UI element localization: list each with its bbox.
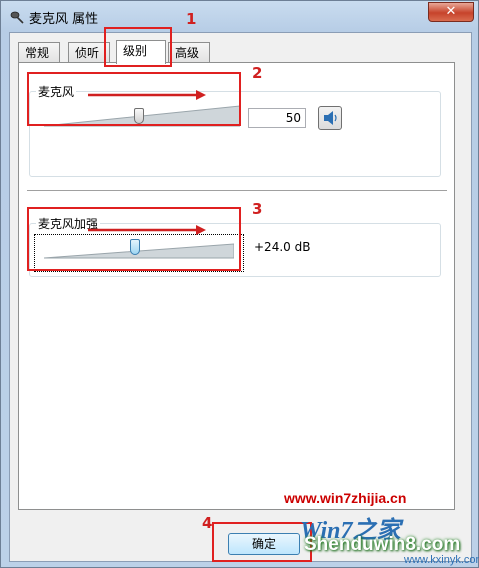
close-button[interactable]: ✕ (428, 2, 474, 22)
annotation-number-3: 3 (252, 200, 263, 218)
watermark-sub: www.kxinyk.com (404, 554, 479, 566)
microphone-volume-value[interactable]: 50 (248, 108, 306, 128)
annotation-arrow-3 (88, 225, 206, 235)
annotation-number-4: 4 (202, 514, 213, 532)
levels-panel: 麦克风 50 麦克风加强 +24.0 dB (18, 62, 455, 510)
speaker-icon (324, 111, 337, 125)
mute-button[interactable] (318, 106, 342, 130)
annotation-number-1: 1 (186, 10, 197, 28)
annotation-arrow-2 (88, 90, 206, 100)
annotation-number-2: 2 (252, 64, 263, 82)
boost-value: +24.0 dB (254, 240, 311, 254)
tab-general[interactable]: 常规 (18, 42, 60, 62)
watermark-brand: Shenduwin8.com (304, 534, 461, 555)
section-divider (27, 190, 447, 192)
window-title: 麦克风 属性 (29, 12, 99, 27)
tab-advanced[interactable]: 高级 (168, 42, 210, 62)
annotation-box-3 (27, 207, 241, 271)
tab-levels[interactable]: 级别 (116, 40, 166, 64)
title-bar: 麦克风 属性 ✕ (1, 1, 479, 31)
watermark-url: www.win7zhijia.cn (284, 490, 407, 506)
microphone-icon (10, 11, 24, 24)
annotation-box-4 (212, 522, 312, 562)
